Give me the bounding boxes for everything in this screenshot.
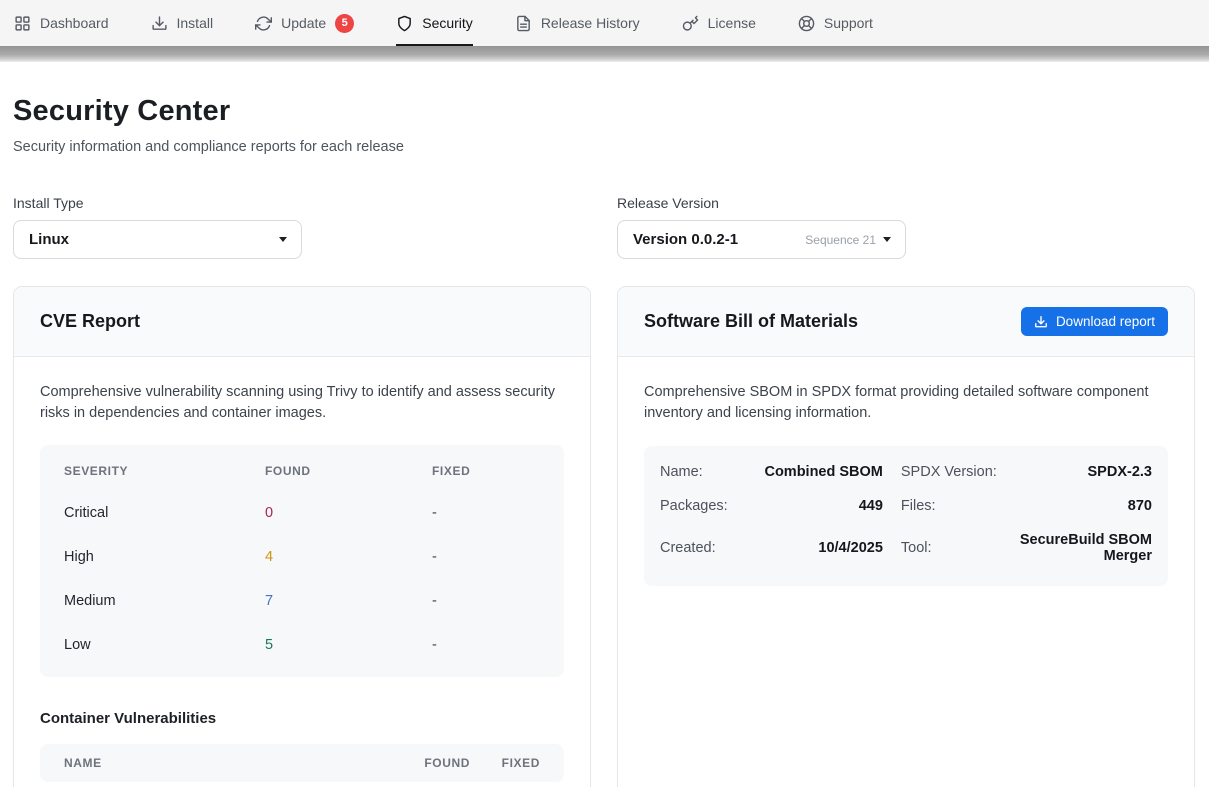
download-report-label: Download report bbox=[1056, 314, 1155, 329]
table-row: Medium 7 - bbox=[40, 579, 564, 623]
nav-label: Release History bbox=[541, 15, 640, 31]
found-count: 4 bbox=[265, 549, 432, 565]
fixed-count: - bbox=[432, 637, 540, 653]
detail-value: Combined SBOM bbox=[746, 455, 883, 489]
sbom-details-table: Name: Combined SBOM SPDX Version: SPDX-2… bbox=[644, 446, 1168, 586]
detail-label: Files: bbox=[901, 489, 997, 523]
found-count: 0 bbox=[265, 505, 432, 521]
filters-row: Install Type Linux Release Version Versi… bbox=[13, 195, 1195, 259]
release-version-value: Version 0.0.2-1 bbox=[633, 231, 738, 248]
nav-label: Update bbox=[281, 15, 326, 31]
severity-table-header: SEVERITY FOUND FIXED bbox=[40, 451, 564, 491]
sbom-card-header: Software Bill of Materials Download repo… bbox=[618, 287, 1194, 357]
release-version-label: Release Version bbox=[617, 195, 1195, 211]
nav-item-license[interactable]: License bbox=[682, 0, 756, 46]
nav-item-install[interactable]: Install bbox=[151, 0, 214, 46]
table-row: Low 5 - bbox=[40, 623, 564, 667]
detail-label: SPDX Version: bbox=[901, 455, 997, 489]
life-buoy-icon bbox=[798, 15, 815, 32]
severity-name: Critical bbox=[64, 505, 265, 521]
col-severity: SEVERITY bbox=[64, 464, 265, 478]
severity-name: Low bbox=[64, 637, 265, 653]
detail-label: Created: bbox=[660, 523, 728, 573]
sequence-badge: Sequence 21 bbox=[805, 233, 876, 247]
key-icon bbox=[682, 15, 699, 32]
table-row: Critical 0 - bbox=[40, 491, 564, 535]
fixed-count: - bbox=[432, 549, 540, 565]
cve-card-title: CVE Report bbox=[40, 311, 140, 332]
install-type-label: Install Type bbox=[13, 195, 591, 211]
top-nav: Dashboard Install Update 5 Security Re bbox=[0, 0, 1209, 46]
detail-label: Tool: bbox=[901, 523, 997, 573]
refresh-icon bbox=[255, 15, 272, 32]
chevron-down-icon bbox=[279, 237, 287, 242]
release-version-select[interactable]: Version 0.0.2-1 Sequence 21 bbox=[617, 220, 906, 259]
detail-value: 10/4/2025 bbox=[746, 523, 883, 573]
table-row: High 4 - bbox=[40, 535, 564, 579]
nav-item-support[interactable]: Support bbox=[798, 0, 873, 46]
detail-value: SecureBuild SBOM Merger bbox=[1015, 523, 1152, 573]
page-subtitle: Security information and compliance repo… bbox=[13, 139, 1195, 155]
nav-label: Dashboard bbox=[40, 15, 109, 31]
chevron-down-icon bbox=[883, 237, 891, 242]
cve-description: Comprehensive vulnerability scanning usi… bbox=[40, 382, 564, 424]
detail-value: 870 bbox=[1015, 489, 1152, 523]
cve-report-card: CVE Report Comprehensive vulnerability s… bbox=[13, 286, 591, 787]
container-vulnerabilities-title: Container Vulnerabilities bbox=[40, 710, 564, 727]
sbom-description: Comprehensive SBOM in SPDX format provid… bbox=[644, 382, 1168, 424]
col-name: NAME bbox=[64, 756, 407, 770]
page-root: Dashboard Install Update 5 Security Re bbox=[0, 0, 1209, 787]
detail-label: Packages: bbox=[660, 489, 728, 523]
fixed-count: - bbox=[432, 593, 540, 609]
detail-value: SPDX-2.3 bbox=[1015, 455, 1152, 489]
download-icon bbox=[1034, 315, 1048, 329]
severity-name: High bbox=[64, 549, 265, 565]
cve-card-body: Comprehensive vulnerability scanning usi… bbox=[14, 357, 590, 787]
install-type-select[interactable]: Linux bbox=[13, 220, 302, 259]
col-found: FOUND bbox=[407, 756, 470, 770]
col-fixed: FIXED bbox=[432, 464, 540, 478]
shield-icon bbox=[396, 15, 413, 32]
update-count-badge: 5 bbox=[335, 14, 354, 33]
nav-shadow-divider bbox=[0, 46, 1209, 62]
cards-row: CVE Report Comprehensive vulnerability s… bbox=[13, 286, 1195, 787]
sbom-card-title: Software Bill of Materials bbox=[644, 311, 858, 332]
fixed-count: - bbox=[432, 505, 540, 521]
file-text-icon bbox=[515, 15, 532, 32]
severity-table: SEVERITY FOUND FIXED Critical 0 - High 4 bbox=[40, 445, 564, 677]
severity-name: Medium bbox=[64, 593, 265, 609]
col-fixed: FIXED bbox=[470, 756, 540, 770]
download-icon bbox=[151, 15, 168, 32]
install-type-value: Linux bbox=[29, 231, 69, 248]
install-type-group: Install Type Linux bbox=[13, 195, 591, 259]
found-count: 7 bbox=[265, 593, 432, 609]
detail-label: Name: bbox=[660, 455, 728, 489]
nav-label: Support bbox=[824, 15, 873, 31]
nav-label: Install bbox=[177, 15, 214, 31]
nav-item-release-history[interactable]: Release History bbox=[515, 0, 640, 46]
download-report-button[interactable]: Download report bbox=[1021, 307, 1168, 336]
page-title: Security Center bbox=[13, 95, 1195, 128]
nav-item-update[interactable]: Update 5 bbox=[255, 0, 354, 46]
release-version-group: Release Version Version 0.0.2-1 Sequence… bbox=[617, 195, 1195, 259]
dashboard-grid-icon bbox=[14, 15, 31, 32]
nav-item-dashboard[interactable]: Dashboard bbox=[14, 0, 109, 46]
col-found: FOUND bbox=[265, 464, 432, 478]
container-vulnerabilities-header: NAME FOUND FIXED bbox=[40, 744, 564, 782]
detail-value: 449 bbox=[746, 489, 883, 523]
sbom-card: Software Bill of Materials Download repo… bbox=[617, 286, 1195, 787]
nav-item-security[interactable]: Security bbox=[396, 0, 473, 46]
found-count: 5 bbox=[265, 637, 432, 653]
sbom-card-body: Comprehensive SBOM in SPDX format provid… bbox=[618, 357, 1194, 611]
nav-label: License bbox=[708, 15, 756, 31]
cve-card-header: CVE Report bbox=[14, 287, 590, 357]
nav-label: Security bbox=[422, 15, 473, 31]
